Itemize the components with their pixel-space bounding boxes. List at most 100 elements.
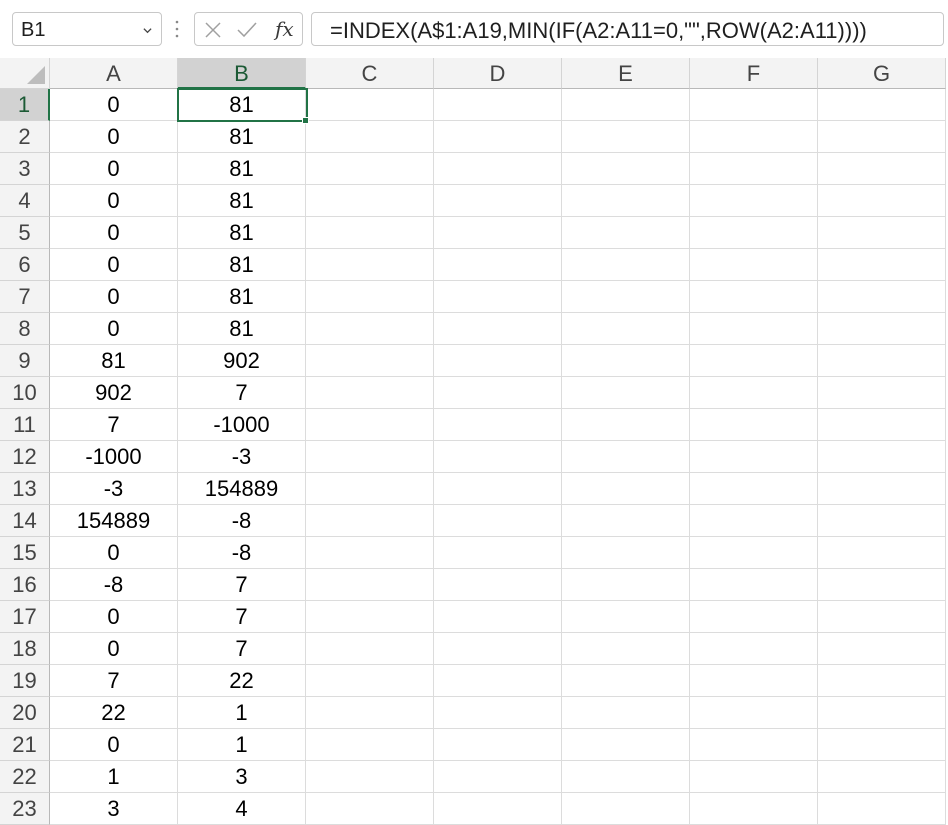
cell-c18[interactable] <box>306 633 434 665</box>
cell-e10[interactable] <box>562 377 690 409</box>
cell-d3[interactable] <box>434 153 562 185</box>
row-header-6[interactable]: 6 <box>0 249 50 281</box>
cell-c15[interactable] <box>306 537 434 569</box>
formula-text[interactable]: =INDEX(A$1:A19,MIN(IF(A2:A11=0,"",ROW(A2… <box>330 18 867 44</box>
x-icon[interactable] <box>204 21 222 39</box>
row-header-20[interactable]: 20 <box>0 697 50 729</box>
column-header-d[interactable]: D <box>434 58 562 89</box>
cell-e17[interactable] <box>562 601 690 633</box>
cell-f14[interactable] <box>690 505 818 537</box>
cell-a8[interactable]: 0 <box>50 313 178 345</box>
cell-a2[interactable]: 0 <box>50 121 178 153</box>
cell-g5[interactable] <box>818 217 946 249</box>
row-header-22[interactable]: 22 <box>0 761 50 793</box>
row-header-17[interactable]: 17 <box>0 601 50 633</box>
cell-g2[interactable] <box>818 121 946 153</box>
cell-f17[interactable] <box>690 601 818 633</box>
row-header-11[interactable]: 11 <box>0 409 50 441</box>
cell-b16[interactable]: 7 <box>178 569 306 601</box>
cell-f6[interactable] <box>690 249 818 281</box>
cell-f11[interactable] <box>690 409 818 441</box>
cell-c1[interactable] <box>306 89 434 121</box>
column-header-c[interactable]: C <box>306 58 434 89</box>
cell-b7[interactable]: 81 <box>178 281 306 313</box>
cell-e20[interactable] <box>562 697 690 729</box>
cell-g23[interactable] <box>818 793 946 825</box>
cell-b15[interactable]: -8 <box>178 537 306 569</box>
cell-e13[interactable] <box>562 473 690 505</box>
cell-g7[interactable] <box>818 281 946 313</box>
cell-c11[interactable] <box>306 409 434 441</box>
cell-c13[interactable] <box>306 473 434 505</box>
row-header-1[interactable]: 1 <box>0 89 50 121</box>
cell-f23[interactable] <box>690 793 818 825</box>
cell-g15[interactable] <box>818 537 946 569</box>
name-box-value[interactable]: B1 <box>21 19 45 42</box>
row-header-23[interactable]: 23 <box>0 793 50 825</box>
cell-b17[interactable]: 7 <box>178 601 306 633</box>
cell-f9[interactable] <box>690 345 818 377</box>
cell-a6[interactable]: 0 <box>50 249 178 281</box>
row-header-19[interactable]: 19 <box>0 665 50 697</box>
cell-f5[interactable] <box>690 217 818 249</box>
cell-b2[interactable]: 81 <box>178 121 306 153</box>
cell-a11[interactable]: 7 <box>50 409 178 441</box>
cell-a23[interactable]: 3 <box>50 793 178 825</box>
cell-f8[interactable] <box>690 313 818 345</box>
cell-c5[interactable] <box>306 217 434 249</box>
check-icon[interactable] <box>236 21 258 39</box>
cell-g14[interactable] <box>818 505 946 537</box>
cell-f10[interactable] <box>690 377 818 409</box>
cell-e2[interactable] <box>562 121 690 153</box>
cell-b9[interactable]: 902 <box>178 345 306 377</box>
cell-d9[interactable] <box>434 345 562 377</box>
row-header-7[interactable]: 7 <box>0 281 50 313</box>
cell-c9[interactable] <box>306 345 434 377</box>
cell-a7[interactable]: 0 <box>50 281 178 313</box>
cell-a19[interactable]: 7 <box>50 665 178 697</box>
cell-g19[interactable] <box>818 665 946 697</box>
cell-a18[interactable]: 0 <box>50 633 178 665</box>
cell-d5[interactable] <box>434 217 562 249</box>
cell-b18[interactable]: 7 <box>178 633 306 665</box>
fx-icon[interactable]: fx <box>275 17 294 41</box>
cell-d22[interactable] <box>434 761 562 793</box>
cell-a10[interactable]: 902 <box>50 377 178 409</box>
row-header-18[interactable]: 18 <box>0 633 50 665</box>
cell-f20[interactable] <box>690 697 818 729</box>
cell-f19[interactable] <box>690 665 818 697</box>
column-header-b[interactable]: B <box>178 58 306 89</box>
cell-f12[interactable] <box>690 441 818 473</box>
cell-e16[interactable] <box>562 569 690 601</box>
cell-d18[interactable] <box>434 633 562 665</box>
cell-a16[interactable]: -8 <box>50 569 178 601</box>
cell-a12[interactable]: -1000 <box>50 441 178 473</box>
row-header-2[interactable]: 2 <box>0 121 50 153</box>
cell-b12[interactable]: -3 <box>178 441 306 473</box>
cell-e3[interactable] <box>562 153 690 185</box>
cell-b21[interactable]: 1 <box>178 729 306 761</box>
column-header-g[interactable]: G <box>818 58 946 89</box>
cell-b11[interactable]: -1000 <box>178 409 306 441</box>
cell-f15[interactable] <box>690 537 818 569</box>
cell-f2[interactable] <box>690 121 818 153</box>
cell-d15[interactable] <box>434 537 562 569</box>
cell-d19[interactable] <box>434 665 562 697</box>
cell-f3[interactable] <box>690 153 818 185</box>
cell-g1[interactable] <box>818 89 946 121</box>
cell-b13[interactable]: 154889 <box>178 473 306 505</box>
cell-g10[interactable] <box>818 377 946 409</box>
cell-c4[interactable] <box>306 185 434 217</box>
cell-g4[interactable] <box>818 185 946 217</box>
row-header-4[interactable]: 4 <box>0 185 50 217</box>
cell-g6[interactable] <box>818 249 946 281</box>
chevron-down-icon[interactable] <box>143 26 152 35</box>
cell-c21[interactable] <box>306 729 434 761</box>
column-header-a[interactable]: A <box>50 58 178 89</box>
cell-c19[interactable] <box>306 665 434 697</box>
cell-c10[interactable] <box>306 377 434 409</box>
cell-g12[interactable] <box>818 441 946 473</box>
cell-e11[interactable] <box>562 409 690 441</box>
cell-g3[interactable] <box>818 153 946 185</box>
cell-d23[interactable] <box>434 793 562 825</box>
